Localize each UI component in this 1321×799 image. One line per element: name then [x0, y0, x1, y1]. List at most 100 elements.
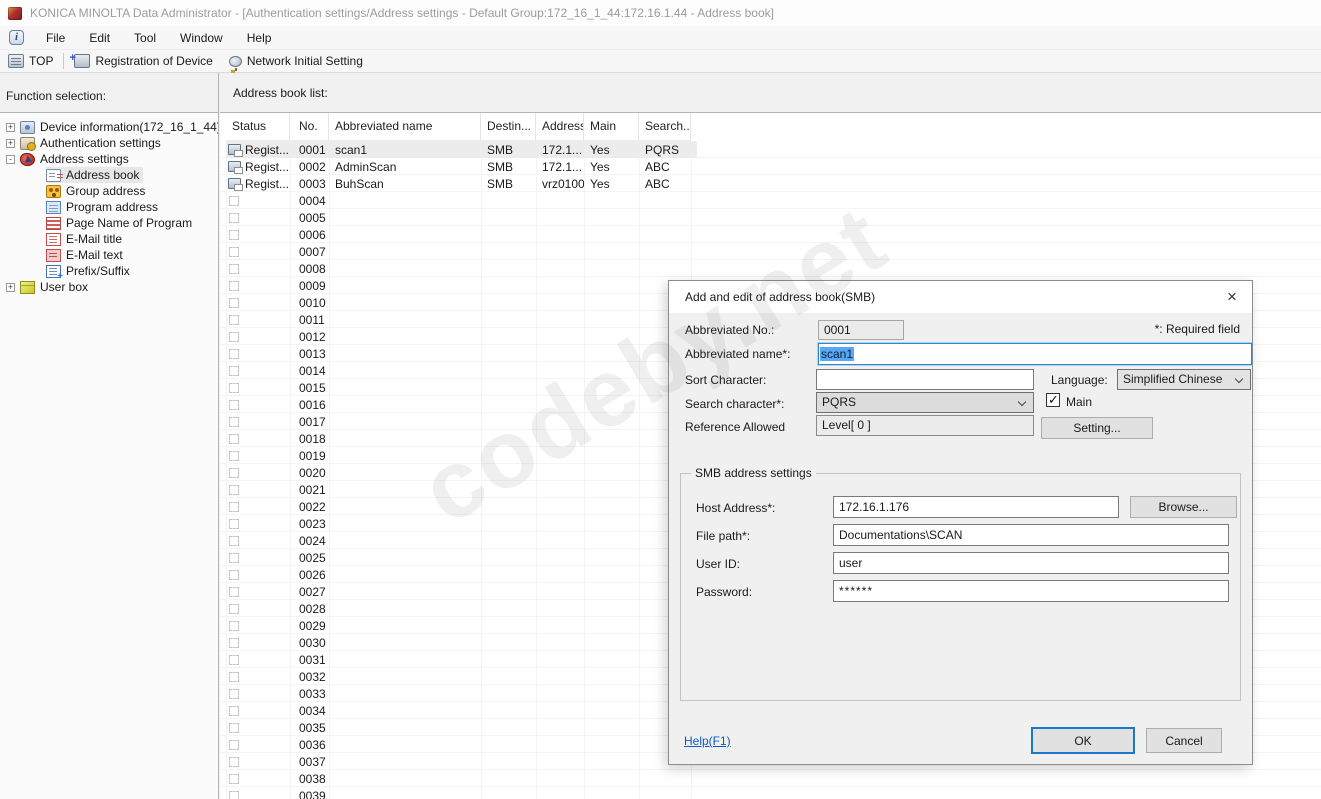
host-address-input[interactable] [833, 496, 1119, 518]
table-row[interactable]: 0030 [226, 634, 697, 651]
tree-item[interactable]: + Device information(172_16_1_44) [0, 119, 218, 135]
tree-item-label: Page Name of Program [66, 215, 192, 231]
empty-slot-icon [229, 451, 239, 461]
table-row[interactable]: 0010 [226, 294, 697, 311]
table-row[interactable]: 0020 [226, 464, 697, 481]
tree-expander[interactable]: + [6, 283, 15, 292]
column-header[interactable]: Search... [639, 113, 691, 140]
menu-item[interactable]: Edit [77, 26, 122, 50]
table-row[interactable]: 0014 [226, 362, 697, 379]
empty-slot-icon [229, 740, 239, 750]
table-row[interactable]: 0009 [226, 277, 697, 294]
search-cell: ABC [639, 160, 691, 174]
tree-item[interactable]: Group address [0, 183, 218, 199]
menu-item[interactable]: Window [168, 26, 235, 50]
table-row[interactable]: 0027 [226, 583, 697, 600]
no-cell: 0024 [290, 534, 329, 548]
table-row[interactable]: 0015 [226, 379, 697, 396]
table-row[interactable]: 0031 [226, 651, 697, 668]
table-row[interactable]: 0005 [226, 209, 697, 226]
tree-expander[interactable]: + [6, 139, 15, 148]
table-row[interactable]: 0017 [226, 413, 697, 430]
column-header[interactable]: Destin... [481, 113, 536, 140]
empty-slot-icon [229, 706, 239, 716]
registration-device-icon [74, 54, 90, 68]
toolbar-button[interactable]: Network Initial Setting [221, 51, 371, 72]
table-row[interactable]: 0013 [226, 345, 697, 362]
tree-item[interactable]: Page Name of Program [0, 215, 218, 231]
search-character-value: PQRS [822, 395, 856, 409]
cancel-button[interactable]: Cancel [1146, 728, 1222, 753]
tree-expander[interactable]: - [6, 155, 15, 164]
browse-button[interactable]: Browse... [1130, 496, 1237, 518]
table-row[interactable]: Regist... 0001 scan1 SMB 172.1... Yes PQ… [226, 141, 697, 158]
table-row[interactable]: 0028 [226, 600, 697, 617]
toolbar-button[interactable]: TOP [0, 51, 61, 72]
file-path-input[interactable] [833, 524, 1229, 546]
tree-item[interactable]: Program address [0, 199, 218, 215]
column-header[interactable]: Status [226, 113, 290, 140]
table-row[interactable]: 0021 [226, 481, 697, 498]
table-row[interactable]: 0036 [226, 736, 697, 753]
table-row[interactable]: 0038 [226, 770, 697, 787]
table-row[interactable]: 0037 [226, 753, 697, 770]
reference-allowed-value: Level[ 0 ] [816, 415, 1034, 436]
ok-button[interactable]: OK [1031, 727, 1135, 754]
table-row[interactable]: 0018 [226, 430, 697, 447]
main-checkbox[interactable] [1046, 393, 1060, 407]
toolbar-button[interactable]: Registration of Device [66, 51, 220, 72]
column-header[interactable]: Address [536, 113, 584, 140]
table-row[interactable]: 0033 [226, 685, 697, 702]
sort-character-input[interactable] [816, 369, 1034, 390]
child-window-icon[interactable] [9, 30, 24, 45]
help-link[interactable]: Help(F1) [684, 734, 731, 748]
abbreviated-name-input[interactable]: scan1 [818, 343, 1252, 365]
language-dropdown[interactable]: Simplified Chinese [1117, 369, 1251, 390]
table-row[interactable]: 0011 [226, 311, 697, 328]
table-row[interactable]: 0025 [226, 549, 697, 566]
menu-item[interactable]: Tool [122, 26, 168, 50]
table-row[interactable]: Regist... 0002 AdminScan SMB 172.1... Ye… [226, 158, 697, 175]
table-row[interactable]: 0016 [226, 396, 697, 413]
table-row[interactable]: 0034 [226, 702, 697, 719]
column-header[interactable]: Main [584, 113, 639, 140]
table-row[interactable]: 0019 [226, 447, 697, 464]
table-row[interactable]: 0039 [226, 787, 697, 799]
table-row[interactable]: 0012 [226, 328, 697, 345]
table-row[interactable]: 0026 [226, 566, 697, 583]
tree-item[interactable]: Address book [0, 167, 218, 183]
table-row[interactable]: 0004 [226, 192, 697, 209]
table-row[interactable]: 0032 [226, 668, 697, 685]
user-id-input[interactable] [833, 552, 1229, 574]
table-row[interactable]: 0007 [226, 243, 697, 260]
tree-item[interactable]: + Authentication settings [0, 135, 218, 151]
table-row[interactable]: 0008 [226, 260, 697, 277]
menu-item[interactable]: File [34, 26, 77, 50]
search-character-dropdown[interactable]: PQRS [816, 392, 1034, 413]
tree-item[interactable]: - Address settings [0, 151, 218, 167]
tree-item[interactable]: Prefix/Suffix [0, 263, 218, 279]
tree-item[interactable]: E-Mail title [0, 231, 218, 247]
no-cell: 0010 [290, 296, 329, 310]
no-cell: 0037 [290, 755, 329, 769]
no-cell: 0015 [290, 381, 329, 395]
table-row[interactable]: 0029 [226, 617, 697, 634]
password-input[interactable] [833, 580, 1229, 602]
table-row[interactable]: 0022 [226, 498, 697, 515]
close-icon[interactable] [1218, 283, 1246, 311]
column-header[interactable]: Abbreviated name [329, 113, 481, 140]
table-row[interactable]: Regist... 0003 BuhScan SMB vrz0100 Yes A… [226, 175, 697, 192]
menu-item[interactable]: Help [235, 26, 284, 50]
tree-expander[interactable]: + [6, 123, 15, 132]
table-row[interactable]: 0024 [226, 532, 697, 549]
table-row[interactable]: 0023 [226, 515, 697, 532]
tree-item[interactable]: E-Mail text [0, 247, 218, 263]
table-row[interactable]: 0006 [226, 226, 697, 243]
column-header[interactable]: No. [290, 113, 329, 140]
no-cell: 0023 [290, 517, 329, 531]
tree-item[interactable]: + User box [0, 279, 218, 295]
setting-button[interactable]: Setting... [1041, 417, 1153, 439]
table-row[interactable]: 0035 [226, 719, 697, 736]
no-cell: 0021 [290, 483, 329, 497]
empty-slot-icon [229, 689, 239, 699]
